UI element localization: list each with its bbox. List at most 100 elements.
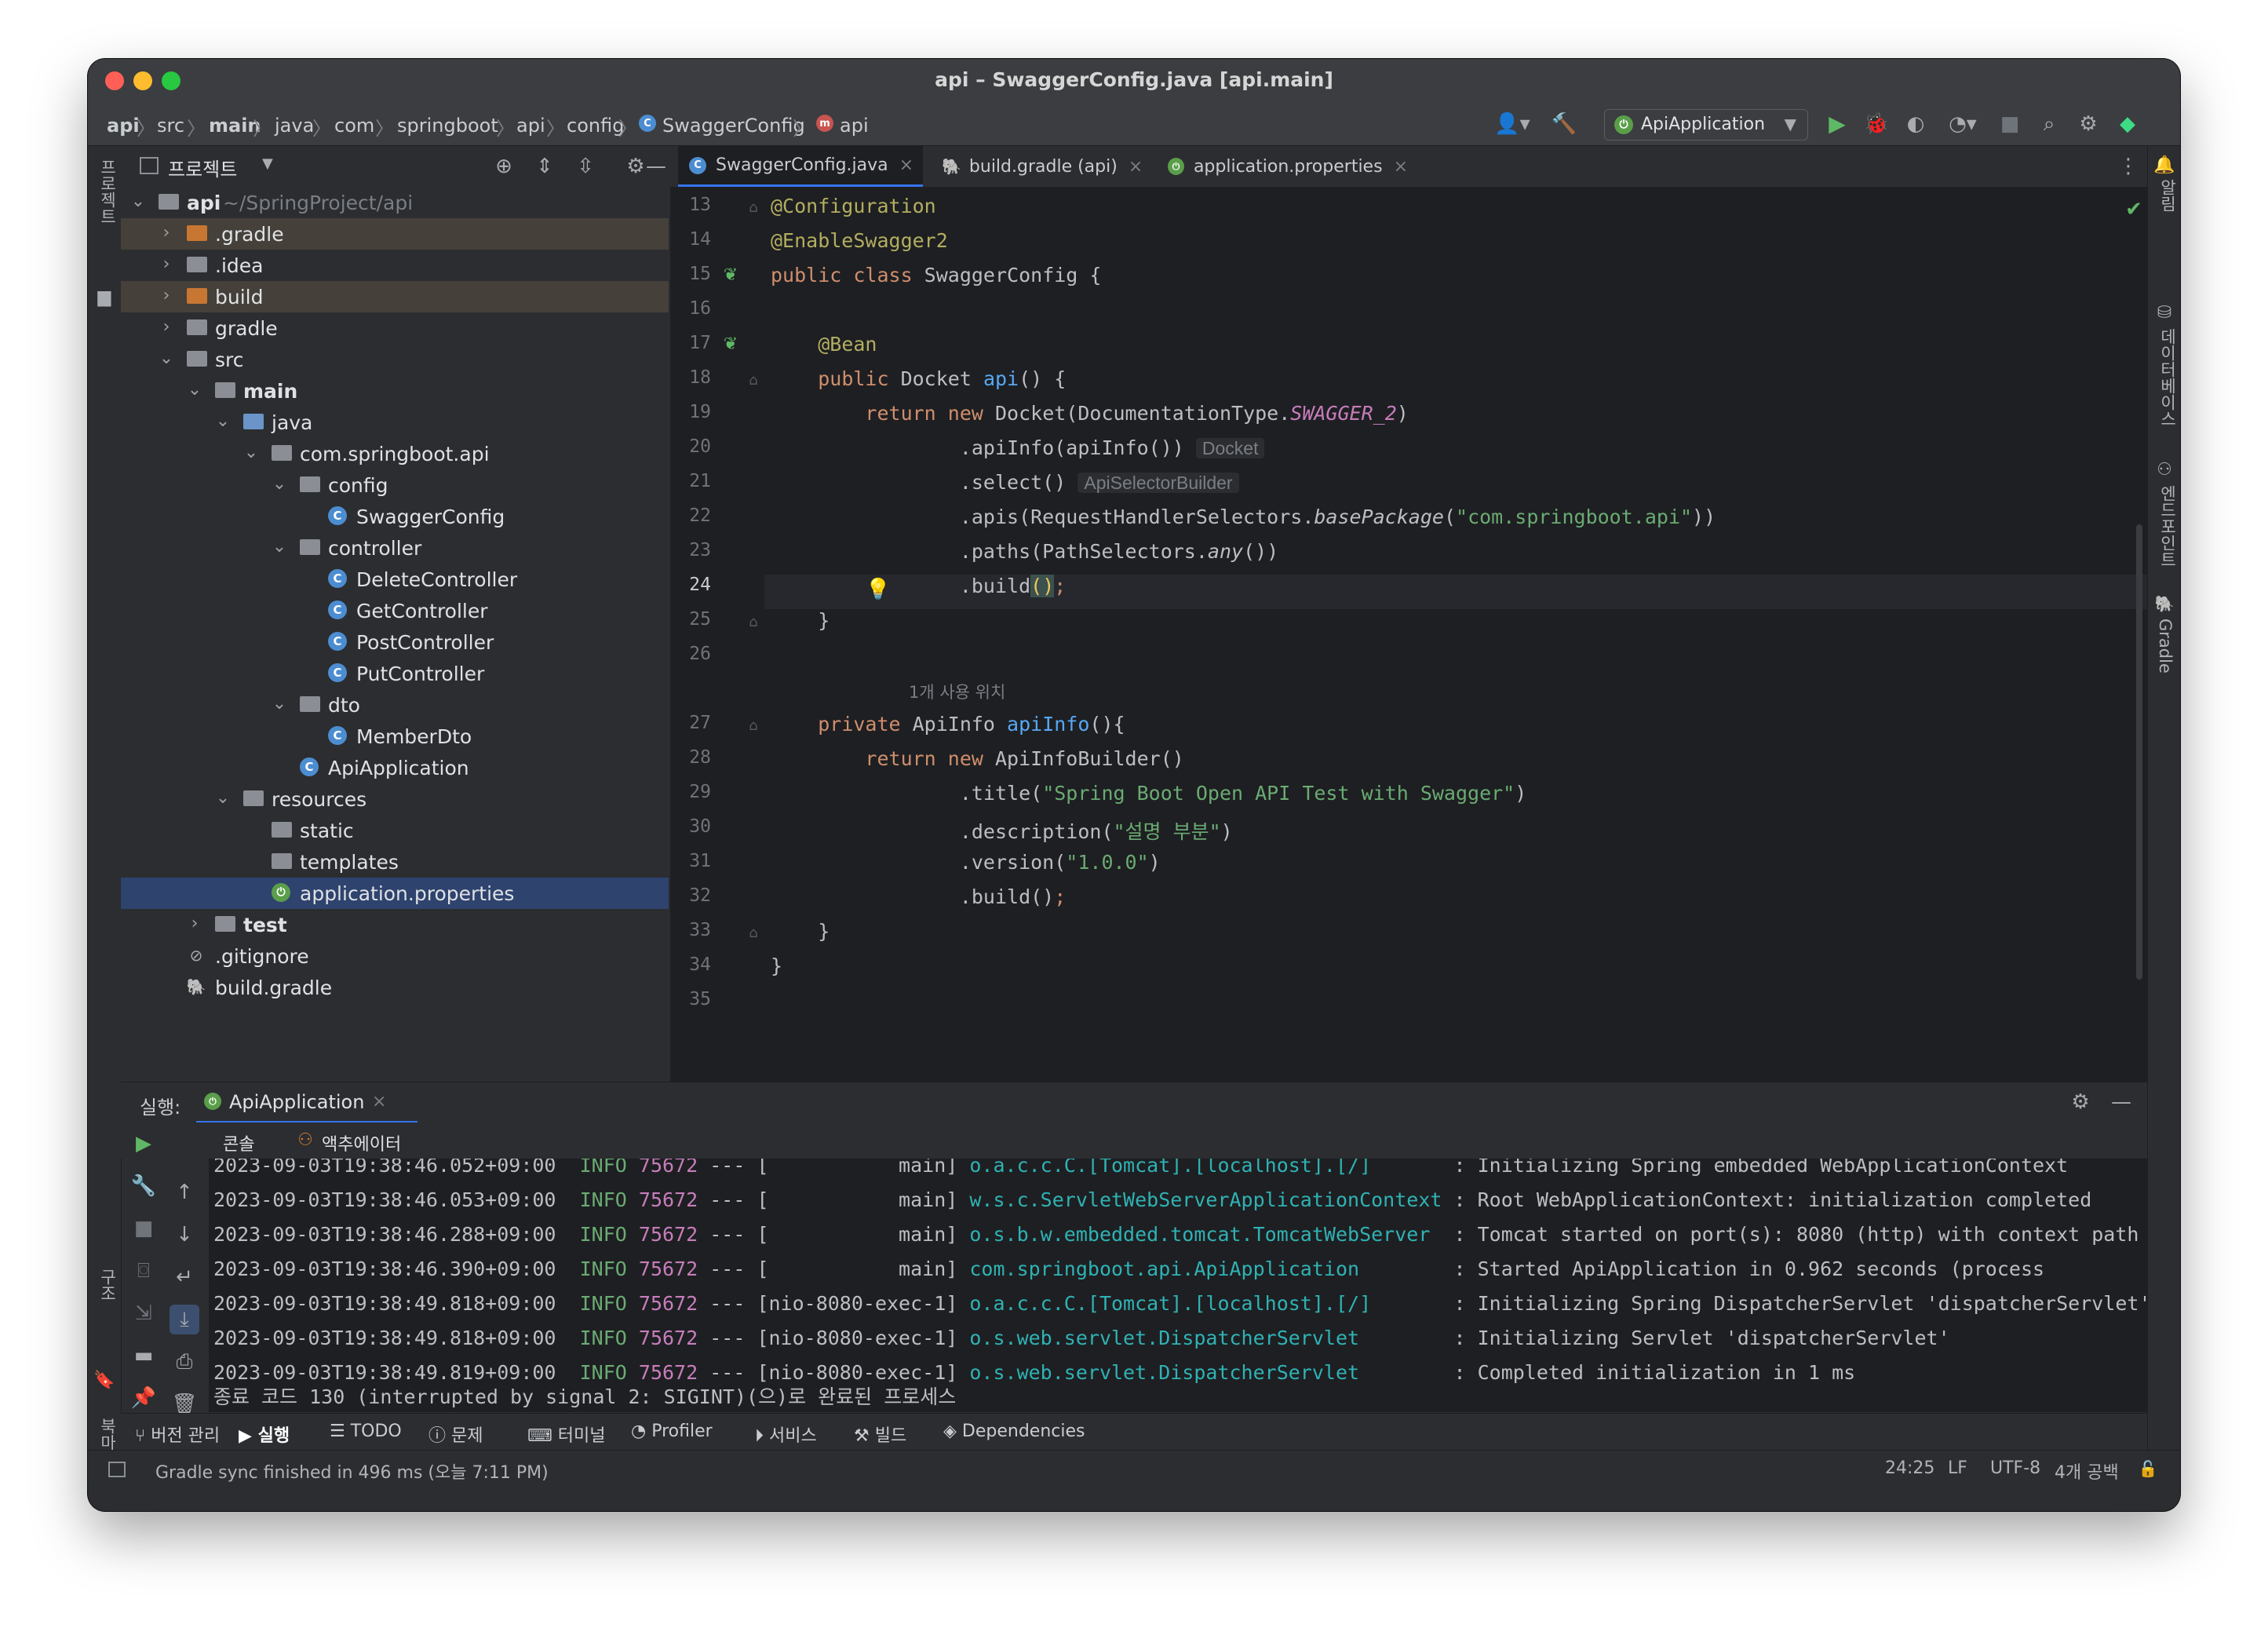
tree-item-static[interactable]: static [121,815,669,846]
chevron-down-icon[interactable]: ⌄ [159,349,174,368]
log-logger[interactable]: o.a.c.c.C.[Tomcat].[localhost].[/] [969,1292,1442,1315]
settings-gear-icon[interactable]: ⚙ [2077,112,2100,136]
chevron-down-icon[interactable]: ⌄ [130,192,146,211]
breadcrumb-com[interactable]: com [334,115,374,137]
breadcrumb-java[interactable]: java [275,115,314,137]
log-logger[interactable]: com.springboot.api.ApiApplication [969,1258,1442,1280]
tree-item-memberdto[interactable]: C MemberDto [121,721,669,752]
fold-icon[interactable]: ⌂ [747,199,760,217]
chevron-down-icon[interactable]: ⌄ [272,537,287,557]
code-editor[interactable]: 13 14 15 16 17 18 19 20 21 22 23 24 25 2… [670,187,2147,1082]
wrench-icon[interactable]: 🔧 [131,1174,156,1198]
tab-console[interactable]: 콘솔 [223,1130,254,1155]
tree-item-application-properties[interactable]: ⏻ application.properties [121,878,669,909]
layout-icon[interactable]: ▬ [132,1344,155,1367]
hide-panel-icon[interactable]: — [644,154,669,179]
chevron-right-icon[interactable]: › [159,254,174,274]
tree-item-controller[interactable]: ⌄ controller [121,532,669,564]
chevron-right-icon[interactable]: › [187,914,202,933]
breadcrumb-api-pkg[interactable]: api [516,115,545,137]
tab-profiler[interactable]: ◔ Profiler [631,1422,713,1441]
camera-icon[interactable]: ⌼ [132,1259,155,1283]
tab-terminal[interactable]: ⌨ 터미널 [527,1422,605,1447]
log-logger[interactable]: o.a.c.c.C.[Tomcat].[localhost].[/] [969,1159,1442,1177]
spring-bean-icon[interactable]: ❦ [720,334,741,355]
tree-item-test[interactable]: › test [121,909,669,940]
breadcrumb-config[interactable]: config [567,115,624,137]
fold-icon[interactable]: ⌂ [747,614,760,631]
tree-item-src[interactable]: ⌄ src [121,344,669,375]
up-arrow-icon[interactable]: ↑ [173,1181,196,1204]
stop-icon[interactable]: ■ [1998,112,2022,136]
more-tabs-icon[interactable]: ⋮ [2118,154,2139,179]
close-icon[interactable]: × [899,155,913,175]
fold-icon[interactable]: ⌂ [747,717,760,735]
gradle-label[interactable]: Gradle [2156,619,2175,673]
tree-item-getcontroller[interactable]: C GetController [121,595,669,626]
run-icon[interactable]: ▶ [1825,112,1849,136]
debug-icon[interactable]: 🐞 [1864,112,1889,136]
endpoints-label[interactable]: 엔드포인트 [2156,485,2179,568]
tab-services[interactable]: ⏵ 서비스 [755,1422,817,1447]
tree-item-dto[interactable]: ⌄ dto [121,689,669,721]
close-icon[interactable]: × [372,1092,386,1111]
line-separator[interactable]: LF [1948,1458,1967,1478]
close-icon[interactable]: × [1129,157,1143,177]
chevron-right-icon[interactable]: › [159,317,174,337]
run-configuration-select[interactable]: ⏻ ApiApplication ▼ [1604,109,1808,141]
exit-icon[interactable]: ⇲ [132,1301,155,1325]
pin-icon[interactable]: 📌 [131,1386,156,1410]
project-tool-label[interactable]: 프로젝트 [96,159,119,224]
status-message[interactable]: Gradle sync finished in 496 ms (오늘 7:11 … [155,1458,549,1484]
no-problems-check-icon[interactable]: ✔ [2124,199,2144,220]
locate-icon[interactable]: ⊕ [491,154,516,179]
log-logger[interactable]: o.s.b.w.embedded.tomcat.TomcatWebServer [969,1223,1442,1246]
tree-item-java[interactable]: ⌄ java [121,407,669,438]
usage-hint[interactable]: 1개 사용 위치 [909,680,1005,703]
chevron-down-icon[interactable]: ⌄ [215,411,231,431]
tree-item-templates[interactable]: templates [121,846,669,878]
run-tab-apiapplication[interactable]: ⏻ ApiApplication × [196,1082,418,1123]
tree-item-deletecontroller[interactable]: C DeleteController [121,564,669,595]
collapse-all-icon[interactable]: ⇳ [573,154,598,179]
project-panel-title[interactable]: 프로젝트 [168,154,237,181]
stop-icon[interactable]: ■ [132,1217,155,1240]
tree-item-main[interactable]: ⌄ main [121,375,669,407]
soft-wrap-icon[interactable]: ↵ [173,1265,196,1289]
folder-icon[interactable]: ▆ [94,287,115,308]
notifications-bell-icon[interactable]: 🔔 [2153,155,2175,176]
chevron-down-icon[interactable]: ⌄ [243,443,259,462]
run-console[interactable]: 2023-09-03T19:38:46.052+09:00 INFO 75672… [209,1159,2147,1412]
tree-item-gitignore[interactable]: ⊘ .gitignore [121,940,669,972]
tree-item-build[interactable]: › build [121,281,669,312]
hide-panel-icon[interactable]: — [2109,1090,2133,1114]
breadcrumb-springboot[interactable]: springboot [397,115,498,137]
account-icon[interactable]: 👤▾ [1493,112,1532,136]
tab-swaggerconfig[interactable]: C SwaggerConfig.java × [678,146,923,187]
tree-item-idea[interactable]: › .idea [121,250,669,281]
tab-build-gradle[interactable]: 🐘 build.gradle (api) × [931,146,1150,187]
fold-icon[interactable]: ⌂ [747,925,760,942]
tree-item-config[interactable]: ⌄ config [121,469,669,501]
chevron-down-icon[interactable]: ▼ [262,155,273,172]
structure-tool-label[interactable]: 구조 [96,1268,119,1301]
tree-item-putcontroller[interactable]: C PutController [121,658,669,689]
breadcrumb-swaggerconfig[interactable]: SwaggerConfig [662,115,805,137]
tree-item-api[interactable]: ⌄ api ~/SpringProject/api [121,187,669,218]
breadcrumb-src[interactable]: src [157,115,184,137]
plugin-logo-icon[interactable]: ◆ [2116,112,2139,136]
tree-item-build-gradle[interactable]: 🐘 build.gradle [121,972,669,1003]
expand-all-icon[interactable]: ⇕ [532,154,557,179]
log-logger[interactable]: w.s.c.ServletWebServerApplicationContext [969,1188,1442,1211]
tab-todo[interactable]: ☰ TODO [330,1422,402,1441]
chevron-down-icon[interactable]: ⌄ [187,380,202,400]
profile-icon[interactable]: ◔▾ [1943,112,1982,136]
notifications-label[interactable]: 알림 [2156,179,2179,212]
toggle-tool-windows-icon[interactable] [108,1462,126,1477]
search-icon[interactable]: ⌕ [2037,112,2061,136]
breadcrumb-api[interactable]: api [107,115,140,137]
tab-actuator[interactable]: 액추에이터 [322,1130,401,1155]
breadcrumb-method-api[interactable]: api [840,115,869,137]
tree-item-apiapplication[interactable]: C ApiApplication [121,752,669,783]
log-logger[interactable]: o.s.web.servlet.DispatcherServlet [969,1327,1442,1349]
